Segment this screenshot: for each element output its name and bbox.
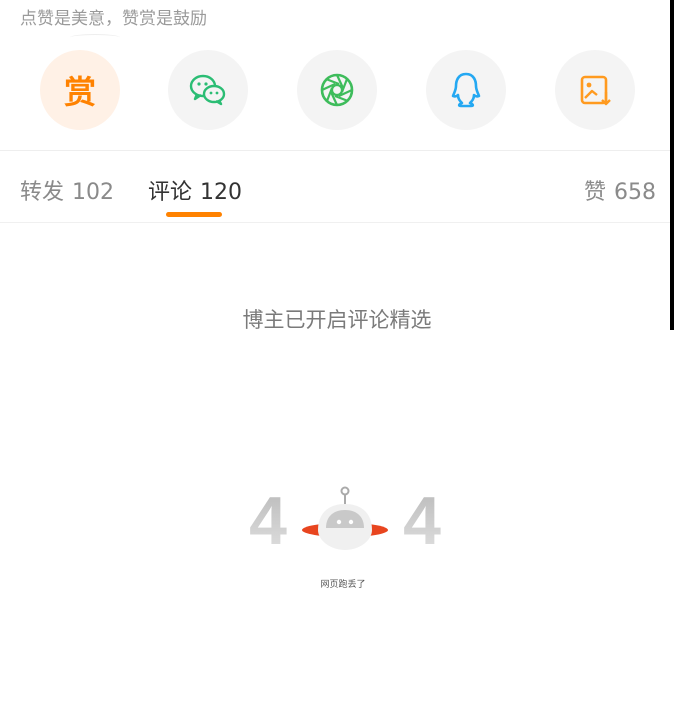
tip-caret (70, 34, 120, 41)
tab-comment[interactable]: 评论 120 (148, 174, 242, 206)
save-image-icon (580, 75, 611, 106)
tab-comment-count: 120 (200, 180, 243, 205)
reward-tip: 点赞是美意，赞赏是鼓励 (20, 9, 207, 29)
tab-like[interactable]: 赞 658 (584, 174, 656, 206)
active-tab-indicator (166, 212, 222, 217)
reward-icon: 赏 (63, 73, 96, 111)
moments-share-button[interactable] (297, 50, 377, 130)
share-row: 赏 (0, 50, 674, 132)
tab-like-label: 赞 (583, 180, 606, 205)
wechat-share-button[interactable] (168, 50, 248, 130)
tab-repost-count: 102 (72, 180, 115, 205)
moments-icon (320, 73, 354, 107)
error-404-illustration: 4 4 (230, 478, 460, 568)
error-digit-right: 4 (403, 483, 441, 559)
tab-repost-label: 转发 (20, 180, 65, 205)
error-digit-left: 4 (249, 483, 287, 559)
edge-bar (670, 0, 674, 330)
qq-icon (451, 72, 481, 108)
error-message: 网页跑丢了 (320, 580, 366, 590)
tab-like-count: 658 (614, 180, 656, 205)
save-image-button[interactable] (555, 50, 635, 130)
tab-comment-label: 评论 (148, 180, 193, 205)
divider (0, 150, 674, 151)
tab-repost[interactable]: 转发 102 (20, 174, 114, 206)
interaction-tabs: 转发 102 评论 120 赞 658 (0, 152, 674, 222)
qq-share-button[interactable] (426, 50, 506, 130)
divider (0, 222, 674, 223)
comment-curation-notice: 博主已开启评论精选 (242, 308, 432, 332)
robot-mascot-icon (302, 486, 388, 550)
wechat-icon (189, 74, 226, 106)
reward-button[interactable]: 赏 (40, 50, 120, 130)
